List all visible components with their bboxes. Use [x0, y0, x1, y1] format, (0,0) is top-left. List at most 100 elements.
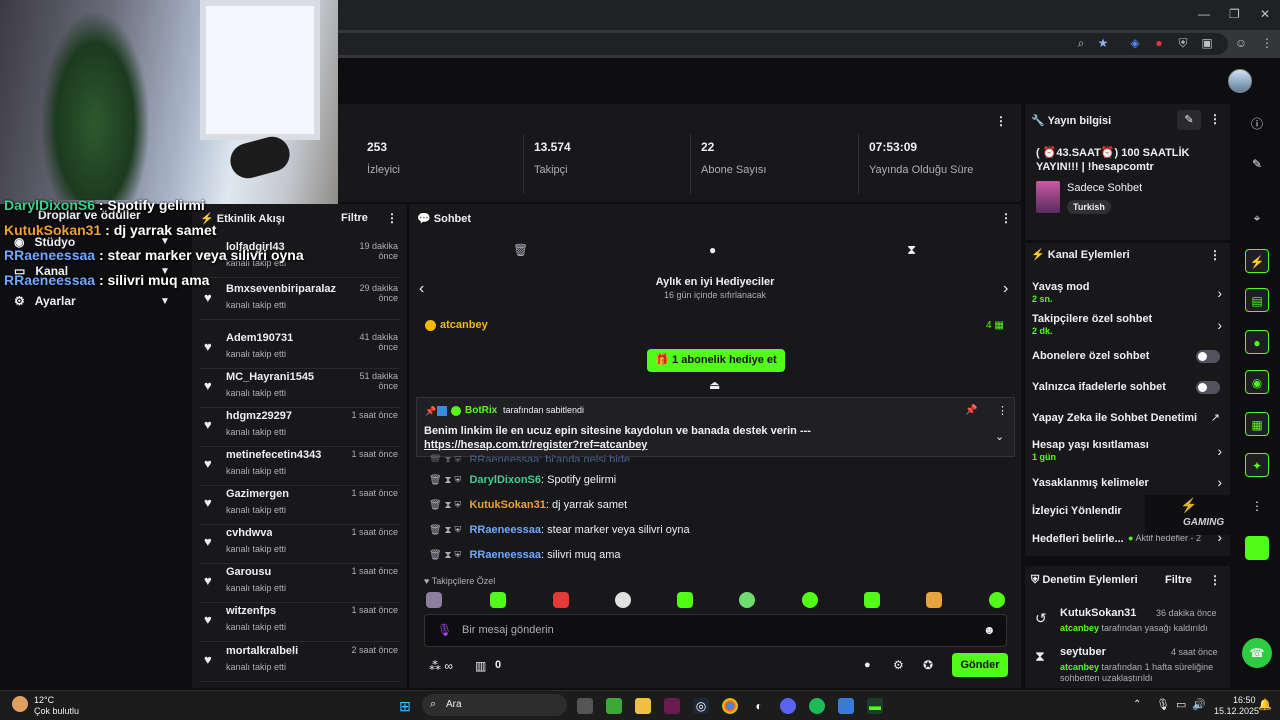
emote[interactable]	[926, 592, 942, 608]
mod-user[interactable]: seytuber	[1060, 646, 1106, 658]
support-icon[interactable]: ☎	[1242, 638, 1272, 668]
server-icon[interactable]: ▦	[1245, 412, 1269, 436]
emote[interactable]	[426, 592, 442, 608]
emoji-icon[interactable]: ☻	[983, 623, 996, 637]
ai-moderation-label[interactable]: Yapay Zeka ile Sohbet Denetimi	[1032, 412, 1197, 424]
windows-start-icon[interactable]: ⊞	[397, 698, 413, 714]
more-icon[interactable]: ⋮	[1209, 573, 1221, 587]
more-icon[interactable]: ⋮	[386, 211, 398, 225]
banned-words-label[interactable]: Yasaklanmış kelimeler	[1032, 477, 1149, 489]
emote-only-toggle[interactable]	[1196, 381, 1220, 394]
emote[interactable]	[802, 592, 818, 608]
emote[interactable]	[989, 592, 1005, 608]
chevron-down-icon[interactable]: ⌄	[995, 430, 1004, 443]
feed-item-user[interactable]: metinefecetin4343	[226, 449, 321, 461]
chat-bubble-icon[interactable]: ●	[709, 243, 716, 257]
feed-item-user[interactable]: cvhdwva	[226, 527, 272, 539]
extension-icon[interactable]: ◈	[1128, 36, 1142, 50]
goals-label[interactable]: Hedefleri belirle...	[1032, 533, 1124, 545]
trash-icon[interactable]: 🗑	[513, 243, 528, 257]
eject-icon[interactable]: ⏏	[709, 378, 720, 392]
more-icon[interactable]: ⋮	[1209, 112, 1221, 126]
notification-icon[interactable]: 🔔	[1258, 698, 1272, 711]
chevron-right-icon[interactable]: ›	[1217, 317, 1222, 333]
feed-item-user[interactable]: Gazimergen	[226, 488, 289, 500]
avatar[interactable]	[1228, 69, 1252, 93]
spotify-icon[interactable]	[809, 698, 825, 714]
chat-username[interactable]: RRaeneessaa	[469, 549, 541, 561]
more-icon[interactable]: ⋮	[1209, 248, 1221, 262]
feed-item-user[interactable]: MC_Hayrani1545	[226, 371, 314, 383]
chevron-up-icon[interactable]: ⌃	[1133, 699, 1141, 710]
chat-users-icon[interactable]: ⁂ ∞	[429, 659, 453, 673]
minimize-button[interactable]: —	[1198, 7, 1210, 21]
top-gifter-name[interactable]: atcanbey	[440, 319, 488, 331]
mod-actions-icon[interactable]: 🗑 ⧗ ⛨	[429, 500, 461, 511]
kick-icon[interactable]: ▬	[867, 698, 883, 714]
chat-bubble-icon[interactable]: ●	[864, 659, 871, 671]
chevron-right-icon[interactable]: ›	[1217, 474, 1222, 490]
chat-input[interactable]: 🎙 Bir mesaj gönderin ☻	[424, 614, 1007, 647]
external-link-icon[interactable]: ↗	[1211, 411, 1220, 424]
more-icon[interactable]: ⋮	[1245, 494, 1269, 518]
profile-icon[interactable]: ☺	[1234, 36, 1248, 50]
app-icon[interactable]	[838, 698, 854, 714]
mic-icon[interactable]: 🎙	[437, 623, 452, 637]
send-button[interactable]: Gönder	[952, 653, 1008, 677]
chevron-right-icon[interactable]: ›	[1217, 285, 1222, 301]
bolt-icon[interactable]: ⚡	[1245, 249, 1269, 273]
account-age-label[interactable]: Hesap yaşı kısıtlaması	[1032, 439, 1149, 451]
broadcast-icon[interactable]: ◉	[1245, 370, 1269, 394]
followers-only-label[interactable]: Takipçilere özel sohbet	[1032, 313, 1152, 325]
mod-filter-button[interactable]: Filtre	[1165, 574, 1192, 586]
extension-icon[interactable]: ●	[1152, 36, 1166, 50]
subs-only-toggle[interactable]	[1196, 350, 1220, 363]
more-icon[interactable]: ⋮	[1000, 211, 1012, 225]
camera-icon[interactable]: ⌖	[1245, 206, 1269, 230]
mic-icon[interactable]: 🎙	[1156, 698, 1170, 711]
more-icon[interactable]: ⋮	[995, 114, 1007, 128]
address-bar[interactable]	[338, 33, 1228, 55]
feed-filter-button[interactable]: Filtre	[341, 212, 368, 224]
more-icon[interactable]: ⋮	[997, 404, 1008, 417]
chat-username[interactable]: DarylDixonS6	[469, 474, 541, 486]
obs-icon[interactable]: ◐	[751, 698, 767, 714]
edit-icon[interactable]: ✎	[1177, 110, 1201, 130]
app-icon[interactable]	[664, 698, 680, 714]
store-icon[interactable]: ▥	[475, 659, 486, 673]
feed-item-user[interactable]: Garousu	[226, 566, 271, 578]
emote[interactable]	[490, 592, 506, 608]
discord-icon[interactable]	[780, 698, 796, 714]
gear-icon[interactable]: ⚙	[893, 658, 904, 672]
close-window-button[interactable]: ✕	[1260, 7, 1270, 21]
slow-mode-label[interactable]: Yavaş mod	[1032, 281, 1089, 293]
feed-item-user[interactable]: hdgmz29297	[226, 410, 292, 422]
chat-username[interactable]: RRaeneessaa	[469, 524, 541, 536]
feed-item-user[interactable]: mortalkralbeli	[226, 645, 298, 657]
shield-icon[interactable]: ⛨	[1176, 36, 1190, 50]
emote[interactable]	[677, 592, 693, 608]
steam-icon[interactable]: ◎	[693, 698, 709, 714]
unpin-icon[interactable]: 📌	[965, 405, 977, 416]
edit-icon[interactable]: ✎	[1245, 152, 1269, 176]
chrome-icon[interactable]	[722, 698, 738, 714]
taskbar-search[interactable]: ⌕ Ara	[422, 694, 567, 716]
weather-desc[interactable]: Çok bulutlu	[34, 706, 79, 716]
category-name[interactable]: Sadece Sohbet	[1067, 182, 1142, 194]
emote[interactable]	[739, 592, 755, 608]
feed-item-user[interactable]: Adem190731	[226, 332, 293, 344]
mod-tools-icon[interactable]: ✪	[923, 658, 933, 672]
mod-actions-icon[interactable]: 🗑 ⧗ ⛨	[429, 525, 461, 536]
category-thumbnail[interactable]	[1036, 181, 1060, 213]
clipboard-icon[interactable]: ▤	[1245, 288, 1269, 312]
zoom-icon[interactable]: ⌕	[1074, 36, 1088, 50]
chat-icon[interactable]: ●	[1245, 330, 1269, 354]
wrench-icon[interactable]: ✦	[1245, 453, 1269, 477]
clock-time[interactable]: 16:50	[1233, 695, 1256, 705]
feed-item-user[interactable]: witzenfps	[226, 605, 276, 617]
mod-actions-icon[interactable]: 🗑 ⧗ ⛨	[429, 550, 461, 561]
emote[interactable]	[615, 592, 631, 608]
chevron-right-icon[interactable]: ›	[1217, 443, 1222, 459]
emote[interactable]	[553, 592, 569, 608]
menu-icon[interactable]: ⋮	[1260, 36, 1274, 50]
